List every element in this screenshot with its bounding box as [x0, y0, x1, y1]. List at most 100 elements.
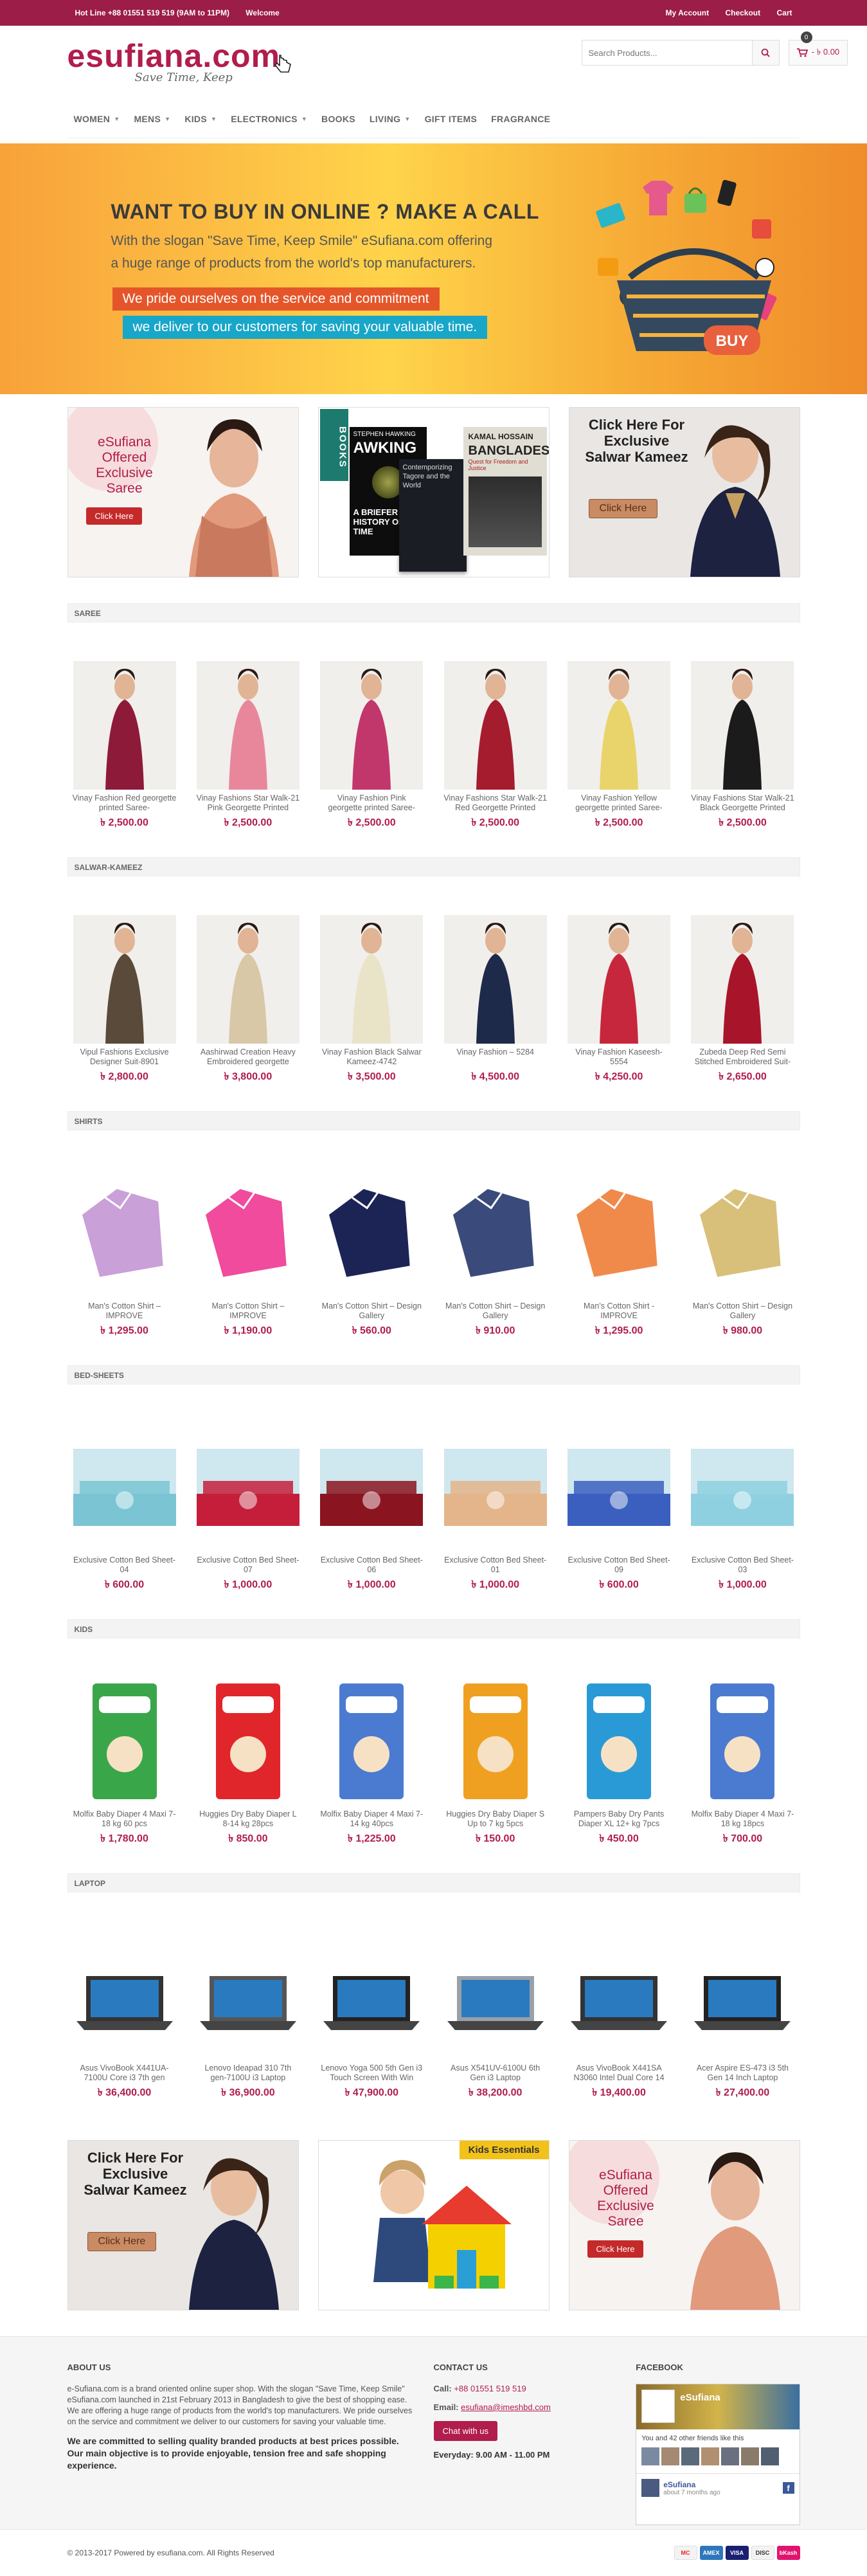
hero-banner[interactable]: WANT TO BUY IN ONLINE ? MAKE A CALL With… — [0, 143, 867, 394]
product-name[interactable]: Vinay Fashion Black Salwar Kameez-4742 — [314, 1048, 429, 1067]
product-card[interactable]: Exclusive Cotton Bed Sheet-03 ৳ 1,000.00 — [685, 1423, 800, 1593]
product-image[interactable] — [568, 1931, 671, 2060]
product-image[interactable] — [320, 661, 424, 790]
product-image[interactable] — [73, 1931, 176, 2060]
product-image[interactable] — [443, 1931, 547, 2060]
product-card[interactable]: Huggies Dry Baby Diaper L 8-14 kg 28pcs ৳… — [191, 1677, 305, 1847]
product-name[interactable]: Man's Cotton Shirt – Design Gallery — [314, 1302, 429, 1321]
product-image[interactable] — [691, 915, 794, 1044]
product-card[interactable]: Man's Cotton Shirt – IMPROVE ৳ 1,190.00 — [191, 1169, 305, 1339]
product-card[interactable]: Man's Cotton Shirt – IMPROVE ৳ 1,295.00 — [67, 1169, 182, 1339]
product-card[interactable]: Vipul Fashions Exclusive Designer Suit-8… — [67, 915, 182, 1085]
product-name[interactable]: Vinay Fashion Red georgette printed Sare… — [67, 794, 182, 813]
product-image[interactable] — [691, 1169, 794, 1298]
promo-kameez-button[interactable]: Click Here — [588, 499, 658, 518]
product-card[interactable]: Asus VivoBook X441SA N3060 Intel Dual Co… — [562, 1931, 676, 2101]
product-name[interactable]: Lenovo Yoga 500 5th Gen i3 Touch Screen … — [314, 2064, 429, 2083]
product-name[interactable]: Exclusive Cotton Bed Sheet-09 — [562, 1556, 676, 1575]
product-card[interactable]: Vinay Fashion Pink georgette printed Sar… — [314, 661, 429, 831]
nav-item-fragrance[interactable]: FRAGRANCE — [491, 114, 550, 124]
product-image[interactable] — [196, 1423, 299, 1552]
product-card[interactable]: Vinay Fashions Star Walk-21 Black George… — [685, 661, 800, 831]
my-account-link[interactable]: My Account — [666, 8, 710, 17]
facebook-icon[interactable]: f — [782, 2482, 794, 2494]
nav-item-mens[interactable]: MENS ▼ — [134, 114, 170, 124]
product-name[interactable]: Vinay Fashions Star Walk-21 Black George… — [685, 794, 800, 813]
checkout-link[interactable]: Checkout — [725, 8, 760, 17]
nav-item-women[interactable]: WOMEN ▼ — [74, 114, 120, 124]
product-name[interactable]: Vinay Fashion Yellow georgette printed S… — [562, 794, 676, 813]
promo-saree-button[interactable]: Click Here — [85, 507, 143, 525]
bottom-promo-saree[interactable]: eSufiana Offered Exclusive Saree Click H… — [568, 2140, 800, 2310]
product-card[interactable]: Vinay Fashions Star Walk-21 Pink Georget… — [191, 661, 305, 831]
product-image[interactable] — [73, 661, 176, 790]
product-image[interactable] — [196, 1677, 299, 1806]
nav-item-books[interactable]: BOOKS — [321, 114, 355, 124]
product-name[interactable]: Man's Cotton Shirt – Design Gallery — [685, 1302, 800, 1321]
product-name[interactable]: Exclusive Cotton Bed Sheet-06 — [314, 1556, 429, 1575]
product-card[interactable]: Man's Cotton Shirt - IMPROVE ৳ 1,295.00 — [562, 1169, 676, 1339]
product-image[interactable] — [320, 915, 424, 1044]
product-name[interactable]: Aashirwad Creation Heavy Embroidered geo… — [191, 1048, 305, 1067]
product-card[interactable]: Pampers Baby Dry Pants Diaper XL 12+ kg … — [562, 1677, 676, 1847]
product-image[interactable] — [196, 915, 299, 1044]
product-image[interactable] — [691, 1931, 794, 2060]
product-card[interactable]: Acer Aspire ES-473 i3 5th Gen 14 Inch La… — [685, 1931, 800, 2101]
product-name[interactable]: Huggies Dry Baby Diaper S Up to 7 kg 5pc… — [438, 1810, 553, 1829]
product-card[interactable]: Vinay Fashions Star Walk-21 Red Georgett… — [438, 661, 553, 831]
product-image[interactable] — [443, 661, 547, 790]
promo-books[interactable]: BOOKS STEPHEN HAWKING AWKING A BRIEFER H… — [317, 407, 550, 577]
product-image[interactable] — [568, 1423, 671, 1552]
product-name[interactable]: Man's Cotton Shirt – IMPROVE — [67, 1302, 182, 1321]
product-name[interactable]: Exclusive Cotton Bed Sheet-04 — [67, 1556, 182, 1575]
product-image[interactable] — [73, 1677, 176, 1806]
product-card[interactable]: Exclusive Cotton Bed Sheet-06 ৳ 1,000.00 — [314, 1423, 429, 1593]
product-name[interactable]: Asus VivoBook X441UA-7100U Core i3 7th g… — [67, 2064, 182, 2083]
bottom-promo-kids[interactable]: Kids Essentials — [317, 2140, 550, 2310]
cart-widget[interactable]: 0 - ৳ 0.00 — [788, 32, 848, 66]
product-image[interactable] — [568, 1677, 671, 1806]
product-image[interactable] — [443, 915, 547, 1044]
product-card[interactable]: Molfix Baby Diaper 4 Maxi 7-18 kg 18pcs ৳… — [685, 1677, 800, 1847]
product-name[interactable]: Vinay Fashions Star Walk-21 Red Georgett… — [438, 794, 553, 813]
product-image[interactable] — [73, 1423, 176, 1552]
product-name[interactable]: Man's Cotton Shirt - IMPROVE — [562, 1302, 676, 1321]
product-card[interactable]: Exclusive Cotton Bed Sheet-09 ৳ 600.00 — [562, 1423, 676, 1593]
footer-phone[interactable]: +88 01551 519 519 — [454, 2384, 526, 2393]
product-image[interactable] — [443, 1677, 547, 1806]
product-name[interactable]: Man's Cotton Shirt – IMPROVE — [191, 1302, 305, 1321]
product-name[interactable]: Molfix Baby Diaper 4 Maxi 7-18 kg 60 pcs — [67, 1810, 182, 1829]
bottom-promo-kameez[interactable]: Click Here For Exclusive Salwar Kameez C… — [67, 2140, 299, 2310]
nav-item-electronics[interactable]: ELECTRONICS ▼ — [231, 114, 307, 124]
product-image[interactable] — [320, 1423, 424, 1552]
product-card[interactable]: Man's Cotton Shirt – Design Gallery ৳ 980… — [685, 1169, 800, 1339]
product-name[interactable]: Zubeda Deep Red Semi Stitched Embroidere… — [685, 1048, 800, 1067]
product-card[interactable]: Lenovo Yoga 500 5th Gen i3 Touch Screen … — [314, 1931, 429, 2101]
product-card[interactable]: Huggies Dry Baby Diaper S Up to 7 kg 5pc… — [438, 1677, 553, 1847]
search-button[interactable] — [752, 40, 780, 66]
product-name[interactable]: Man's Cotton Shirt – Design Gallery — [438, 1302, 553, 1321]
site-logo[interactable]: esufiana.com Save Time, Keep — [67, 39, 291, 84]
product-image[interactable] — [691, 1677, 794, 1806]
promo-saree[interactable]: eSufiana Offered Exclusive Saree Click H… — [67, 407, 299, 577]
product-name[interactable]: Exclusive Cotton Bed Sheet-07 — [191, 1556, 305, 1575]
product-name[interactable]: Exclusive Cotton Bed Sheet-03 — [685, 1556, 800, 1575]
cart-link[interactable]: Cart — [776, 8, 792, 17]
product-image[interactable] — [320, 1931, 424, 2060]
product-card[interactable]: Zubeda Deep Red Semi Stitched Embroidere… — [685, 915, 800, 1085]
product-image[interactable] — [320, 1169, 424, 1298]
product-name[interactable]: Vinay Fashion Kaseesh-5554 — [562, 1048, 676, 1067]
product-name[interactable]: Molfix Baby Diaper 4 Maxi 7-14 kg 40pcs — [314, 1810, 429, 1829]
product-card[interactable]: Molfix Baby Diaper 4 Maxi 7-14 kg 40pcs ৳… — [314, 1677, 429, 1847]
product-card[interactable]: Lenovo Ideapad 310 7th gen-7100U i3 Lapt… — [191, 1931, 305, 2101]
product-card[interactable]: Exclusive Cotton Bed Sheet-04 ৳ 600.00 — [67, 1423, 182, 1593]
product-name[interactable]: Vinay Fashions Star Walk-21 Pink Georget… — [191, 794, 305, 813]
chat-button[interactable]: Chat with us — [433, 2421, 498, 2441]
product-name[interactable]: Molfix Baby Diaper 4 Maxi 7-18 kg 18pcs — [685, 1810, 800, 1829]
product-image[interactable] — [443, 1423, 547, 1552]
product-name[interactable]: Vinay Fashion Pink georgette printed Sar… — [314, 794, 429, 813]
product-image[interactable] — [196, 1169, 299, 1298]
product-card[interactable]: Man's Cotton Shirt – Design Gallery ৳ 910… — [438, 1169, 553, 1339]
product-name[interactable]: Huggies Dry Baby Diaper L 8-14 kg 28pcs — [191, 1810, 305, 1829]
product-name[interactable]: Lenovo Ideapad 310 7th gen-7100U i3 Lapt… — [191, 2064, 305, 2083]
